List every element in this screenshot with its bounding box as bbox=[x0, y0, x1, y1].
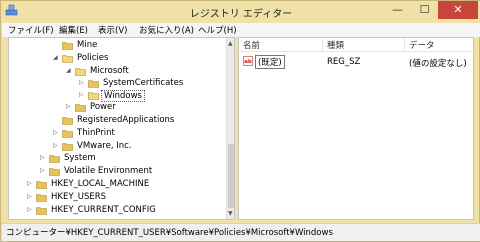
tree-node-label[interactable]: Windows bbox=[101, 90, 145, 102]
current-key-path: コンピューター¥HKEY_CURRENT_USER¥Software¥Polic… bbox=[6, 228, 333, 238]
menu-bar: ファイル(F) 編集(E) 表示(V) お気に入り(A) ヘルプ(H) bbox=[2, 23, 480, 37]
folder-icon bbox=[62, 116, 73, 125]
key-tree-pane[interactable]: Mine ◢ Policies ◢ Microsoft ▷ SystemCertificat… bbox=[8, 37, 235, 220]
folder-icon bbox=[36, 193, 47, 202]
folder-icon bbox=[36, 206, 47, 215]
column-divider[interactable] bbox=[322, 38, 323, 52]
tree-node-label[interactable]: System bbox=[62, 153, 98, 163]
registry-editor-window: レジストリ エディター — ☐ ✕ ファイル(F) 編集(E) 表示(V) お気… bbox=[0, 0, 480, 242]
value-type: REG_SZ bbox=[327, 57, 361, 67]
expand-arrow-icon[interactable]: ▷ bbox=[27, 180, 35, 187]
folder-icon bbox=[62, 41, 73, 50]
open-folder-icon bbox=[88, 91, 99, 100]
value-list-pane[interactable]: 名前 種類 データ ab (既定) REG_SZ (値の設定なし) bbox=[238, 37, 474, 220]
folder-icon bbox=[88, 79, 99, 88]
folder-icon bbox=[49, 154, 60, 163]
title-bar[interactable]: レジストリ エディター — ☐ ✕ bbox=[1, 1, 480, 23]
collapse-arrow-icon[interactable]: ◢ bbox=[66, 67, 74, 74]
tree-node-label[interactable]: SystemCertificates bbox=[101, 78, 185, 88]
expand-arrow-icon[interactable]: ▷ bbox=[66, 103, 74, 110]
open-folder-icon bbox=[75, 67, 86, 76]
tree-node-label[interactable]: HKEY_USERS bbox=[49, 192, 108, 202]
column-header-name[interactable]: 名前 bbox=[243, 39, 260, 51]
scroll-up-arrow-icon[interactable]: ▲ bbox=[228, 40, 233, 47]
tree-node-label[interactable]: RegisteredApplications bbox=[75, 115, 176, 125]
minimize-button[interactable]: — bbox=[384, 1, 411, 19]
scroll-down-arrow-icon[interactable]: ▼ bbox=[228, 210, 233, 217]
open-folder-icon bbox=[62, 54, 73, 63]
menu-file[interactable]: ファイル(F) bbox=[8, 24, 54, 36]
expand-arrow-icon[interactable]: ▷ bbox=[79, 91, 87, 98]
expand-arrow-icon[interactable]: ▷ bbox=[40, 154, 48, 161]
column-header-data[interactable]: データ bbox=[409, 39, 435, 51]
expand-arrow-icon[interactable]: ▷ bbox=[53, 142, 61, 149]
menu-favorites[interactable]: お気に入り(A) bbox=[139, 24, 194, 36]
folder-icon bbox=[36, 180, 47, 189]
folder-icon bbox=[62, 129, 73, 138]
value-row[interactable]: ab (既定) REG_SZ (値の設定なし) bbox=[239, 55, 473, 69]
expand-arrow-icon[interactable]: ▷ bbox=[27, 206, 35, 213]
tree-node-label[interactable]: Policies bbox=[75, 53, 110, 63]
close-button[interactable]: ✕ bbox=[438, 1, 478, 19]
tree-node-label[interactable]: Microsoft bbox=[88, 66, 131, 76]
string-value-icon: ab bbox=[243, 56, 253, 66]
expand-arrow-icon[interactable]: ▷ bbox=[40, 167, 48, 174]
expand-arrow-icon[interactable]: ▷ bbox=[79, 79, 87, 86]
collapse-arrow-icon[interactable]: ◢ bbox=[53, 54, 61, 61]
expand-arrow-icon[interactable]: ▷ bbox=[27, 193, 35, 200]
column-header-type[interactable]: 種類 bbox=[327, 39, 344, 51]
tree-node-label[interactable]: ThinPrint bbox=[75, 128, 117, 138]
tree-node-label[interactable]: Volatile Environment bbox=[62, 166, 154, 176]
scrollbar-thumb[interactable] bbox=[228, 144, 234, 208]
folder-icon bbox=[75, 103, 86, 112]
tree-node-label[interactable]: Mine bbox=[75, 40, 99, 50]
menu-edit[interactable]: 編集(E) bbox=[59, 24, 88, 36]
tree-vertical-scrollbar[interactable]: ▲ ▼ bbox=[226, 38, 234, 219]
expand-arrow-icon[interactable]: ▷ bbox=[53, 129, 61, 136]
tree-node-label[interactable]: HKEY_CURRENT_CONFIG bbox=[49, 205, 158, 215]
svg-text:ab: ab bbox=[244, 59, 252, 65]
column-divider[interactable] bbox=[404, 38, 405, 52]
value-data: (値の設定なし) bbox=[409, 59, 467, 69]
tree-node-label[interactable]: VMware, Inc. bbox=[75, 141, 134, 151]
list-header: 名前 種類 データ bbox=[239, 38, 473, 52]
tree-node-label[interactable]: HKEY_LOCAL_MACHINE bbox=[49, 179, 151, 189]
tree-node-label[interactable]: Power bbox=[88, 102, 118, 112]
menu-view[interactable]: 表示(V) bbox=[98, 24, 127, 36]
value-name[interactable]: (既定) bbox=[255, 55, 285, 69]
folder-icon bbox=[62, 142, 73, 151]
status-bar: コンピューター¥HKEY_CURRENT_USER¥Software¥Polic… bbox=[2, 223, 480, 241]
folder-icon bbox=[49, 167, 60, 176]
maximize-button[interactable]: ☐ bbox=[411, 1, 438, 19]
menu-help[interactable]: ヘルプ(H) bbox=[198, 24, 237, 36]
